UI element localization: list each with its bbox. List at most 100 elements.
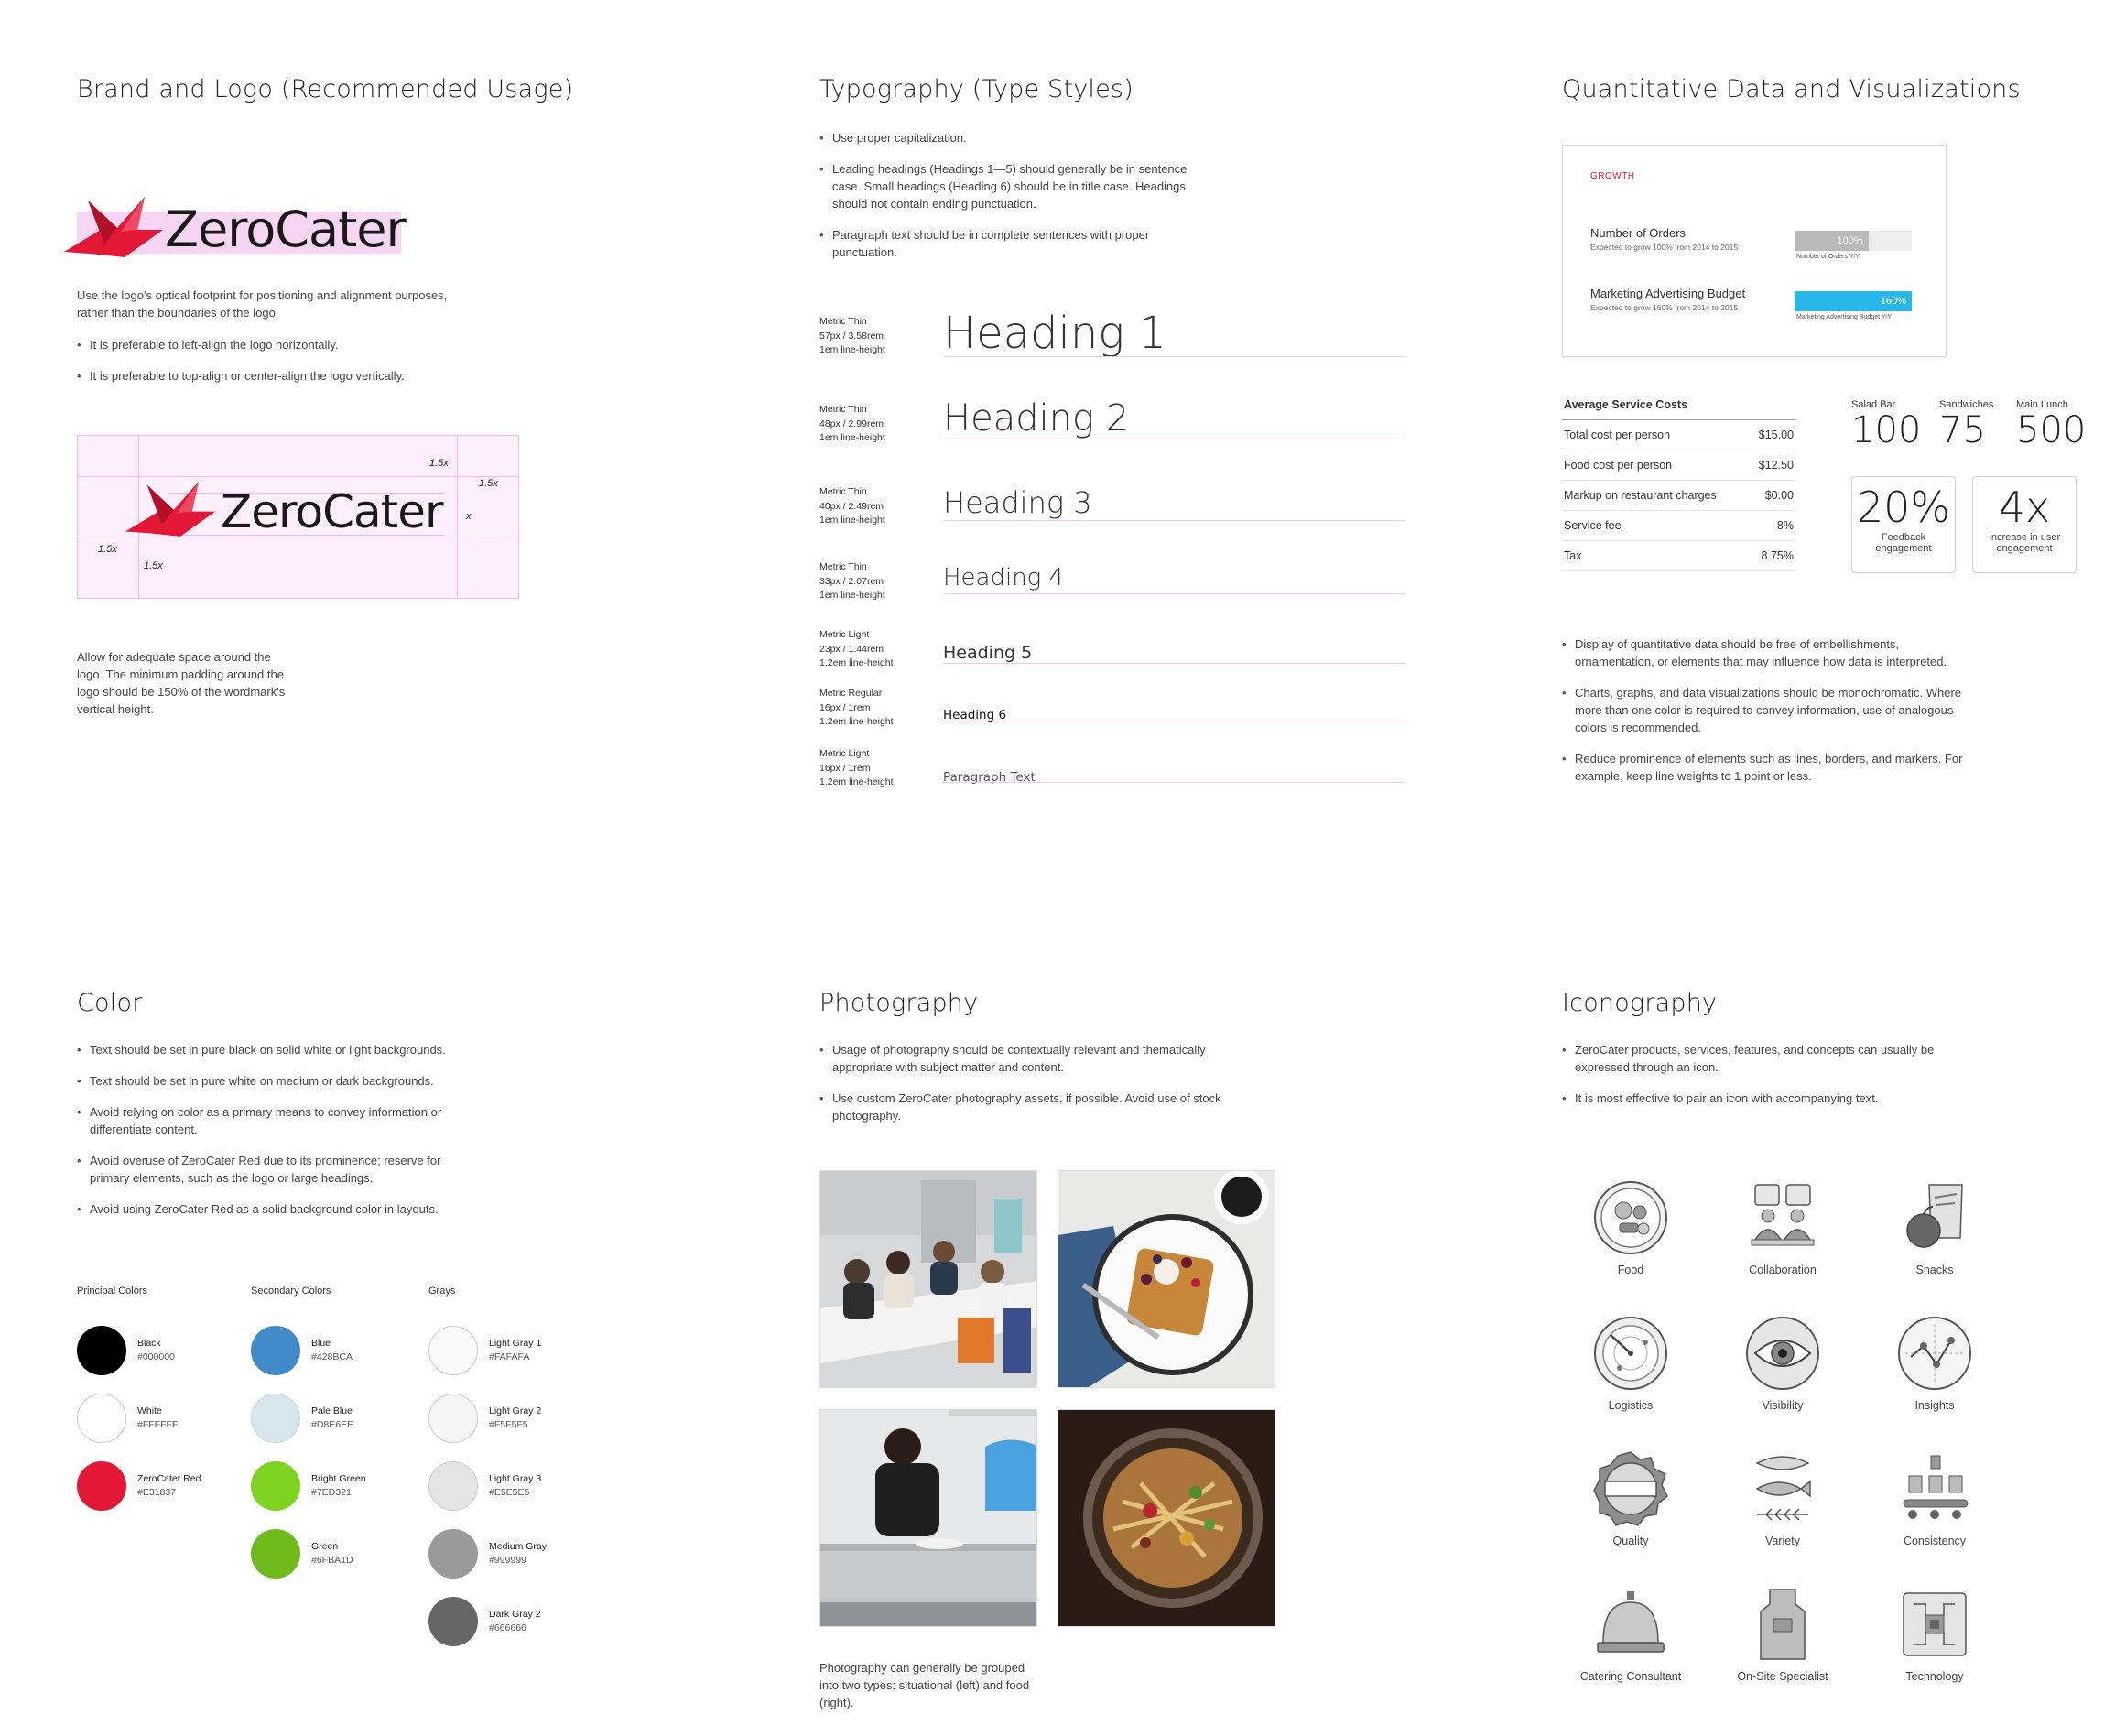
logo-wordmark: ZeroCater <box>221 485 444 538</box>
table-row: Food cost per person $12.50 <box>1562 450 1795 481</box>
list-item: Avoid overuse of ZeroCater Red due to it… <box>77 1152 480 1187</box>
logo-clearspace-diagram: ZeroCater 1.5x 1.5x x 1.5x 1.5x <box>77 435 519 599</box>
color-swatch: Medium Gray #999999 <box>428 1520 547 1588</box>
heading-3-sample: Heading 3 <box>943 485 1092 520</box>
list-item: Avoid relying on color as a primary mean… <box>77 1103 480 1138</box>
photo-noodle-bowl <box>1058 1409 1275 1627</box>
bar-fill: 100% <box>1795 231 1869 251</box>
variety-icon <box>1755 1456 1811 1521</box>
list-item: Paragraph text should be in complete sen… <box>819 226 1213 261</box>
photo-office-meeting <box>819 1170 1037 1388</box>
kpi-feedback: 20% Feedback engagement <box>1851 476 1956 573</box>
photography-title: Photography <box>819 989 979 1017</box>
color-swatch: Pale Blue #D8E6EE <box>251 1384 366 1452</box>
photography-section: Photography Usage of photography should … <box>819 989 1332 1709</box>
brand-title: Brand and Logo (Recommended Usage) <box>77 75 574 103</box>
list-item: Use proper capitalization. <box>819 129 1213 146</box>
heading-1-sample: Heading 1 <box>943 308 1166 359</box>
typography-bullets: Use proper capitalization. Leading headi… <box>819 129 1213 261</box>
iconography-title: Iconography <box>1562 989 1718 1017</box>
secondary-colors: Secondary Colors Blue #428BCA Pale Blue #D… <box>251 1286 366 1588</box>
photography-bullets: Usage of photography should be contextua… <box>819 1041 1222 1124</box>
spacing-label: 1.5x <box>98 544 117 555</box>
logistics-icon <box>1594 1317 1667 1390</box>
list-item: It is most effective to pair an icon wit… <box>1562 1090 1965 1107</box>
consistency-icon <box>1903 1455 1969 1519</box>
icon-tile: Visibility <box>1714 1315 1851 1412</box>
type-meta: Metric Light 16px / 1rem 1.2em line-height <box>819 748 894 787</box>
heading-5-sample: Heading 5 <box>943 643 1033 663</box>
heading-2-sample: Heading 2 <box>943 397 1130 439</box>
catering-consultant-icon <box>1597 1591 1665 1653</box>
brand-bullets: It is preferable to left-align the logo … <box>77 336 553 385</box>
bar-track: 100% <box>1795 231 1912 251</box>
list-item: It is preferable to left-align the logo … <box>77 336 553 353</box>
spacing-label: 1.5x <box>144 560 163 571</box>
technology-icon <box>1903 1592 1967 1656</box>
heading-4-sample: Heading 4 <box>943 564 1065 591</box>
kpi-engagement: 4x Increase in user engagement <box>1972 476 2077 573</box>
bar-fill: 160% <box>1795 291 1912 311</box>
icon-tile: Collaboration <box>1714 1179 1851 1276</box>
typography-title: Typography (Type Styles) <box>819 75 1134 103</box>
quant-title: Quantitative Data and Visualizations <box>1562 75 2021 103</box>
list-item: Charts, graphs, and data visualizations … <box>1562 684 1965 736</box>
table-row: Tax 8.75% <box>1562 541 1795 571</box>
bar-sub: Expected to grow 160% from 2014 to 2015 <box>1590 303 1739 312</box>
spacing-label: 1.5x <box>429 458 449 469</box>
stat-sandwiches: Sandwiches 75 <box>1939 399 1994 451</box>
visibility-icon <box>1746 1317 1819 1390</box>
type-meta: Metric Thin 57px / 3.58rem 1em line-height <box>819 316 885 355</box>
brand-intro: Use the logo's optical footprint for pos… <box>77 288 448 320</box>
bar-legend: Marketing Advertising Budget Y/Y <box>1796 314 1893 320</box>
icon-tile: Quality <box>1562 1450 1699 1547</box>
list-item: Text should be set in pure black on soli… <box>77 1041 480 1058</box>
photo-waffle-plate <box>1058 1170 1275 1388</box>
icon-tile: Logistics <box>1562 1315 1699 1412</box>
food-icon <box>1594 1181 1667 1254</box>
logo-wordmark: ZeroCater <box>165 201 407 258</box>
table-header: Average Service Costs <box>1562 390 1795 420</box>
bar-sub: Expected to grow 100% from 2014 to 2015 <box>1590 243 1739 252</box>
list-item: ZeroCater products, services, features, … <box>1562 1041 1965 1076</box>
spacing-label: x <box>466 511 472 522</box>
primary-logo: ZeroCater <box>64 193 425 259</box>
type-meta: Metric Thin 48px / 2.99rem 1em line-height <box>819 404 885 443</box>
growth-chart-card: GROWTH Number of Orders Expected to grow… <box>1562 145 1947 357</box>
list-item: Leading headings (Headings 1—5) should g… <box>819 160 1213 212</box>
padding-note: Allow for adequate space around the logo… <box>77 650 286 716</box>
color-swatch: ZeroCater Red #E31837 <box>77 1452 201 1520</box>
color-swatch: Black #000000 <box>77 1317 201 1384</box>
list-item: Avoid using ZeroCater Red as a solid bac… <box>77 1200 480 1218</box>
icon-tile: Technology <box>1866 1586 2003 1683</box>
color-title: Color <box>77 989 143 1017</box>
snacks-icon <box>1906 1184 1963 1248</box>
service-costs-table: Average Service Costs Total cost per per… <box>1562 390 1795 571</box>
list-item: It is preferable to top-align or center-… <box>77 367 553 385</box>
icon-tile: Consistency <box>1866 1450 2003 1547</box>
photography-caption: Photography can generally be grouped int… <box>819 1661 1030 1709</box>
type-meta: Metric Regular 16px / 1rem 1.2em line-heig… <box>819 688 894 727</box>
iconography-bullets: ZeroCater products, services, features, … <box>1562 1041 1965 1107</box>
type-meta: Metric Light 23px / 1.44rem 1.2em line-hei… <box>819 629 894 668</box>
table-row: Service fee 8% <box>1562 511 1795 541</box>
spacing-label: 1.5x <box>479 478 498 489</box>
list-item: Display of quantitative data should be f… <box>1562 635 1965 670</box>
principal-colors: Principal Colors Black #000000 White #FFFF… <box>77 1286 201 1520</box>
bar-legend: Number of Orders Y/Y <box>1796 254 1860 260</box>
icon-tile: Food <box>1562 1179 1699 1276</box>
color-swatch: Blue #428BCA <box>251 1317 366 1384</box>
stat-main-lunch: Main Lunch 500 <box>2016 399 2087 451</box>
stat-salad-bar: Salad Bar 100 <box>1851 399 1922 451</box>
type-scale: Metric Thin 57px / 3.58rem 1em line-height… <box>819 308 1405 883</box>
brand-section: Brand and Logo (Recommended Usage) ZeroC… <box>64 75 574 716</box>
color-section: Color Text should be set in pure black o… <box>77 989 590 1646</box>
color-swatch: Light Gray 1 #FAFAFA <box>428 1317 547 1384</box>
crane-icon <box>64 197 163 257</box>
growth-label: GROWTH <box>1590 171 1635 181</box>
photo-wiping-counter <box>819 1409 1037 1627</box>
color-swatch: White #FFFFFF <box>77 1384 201 1452</box>
icon-tile: Catering Consultant <box>1562 1586 1699 1683</box>
collaboration-icon <box>1751 1184 1815 1246</box>
iconography-section: Iconography ZeroCater products, services… <box>1562 989 2093 1683</box>
